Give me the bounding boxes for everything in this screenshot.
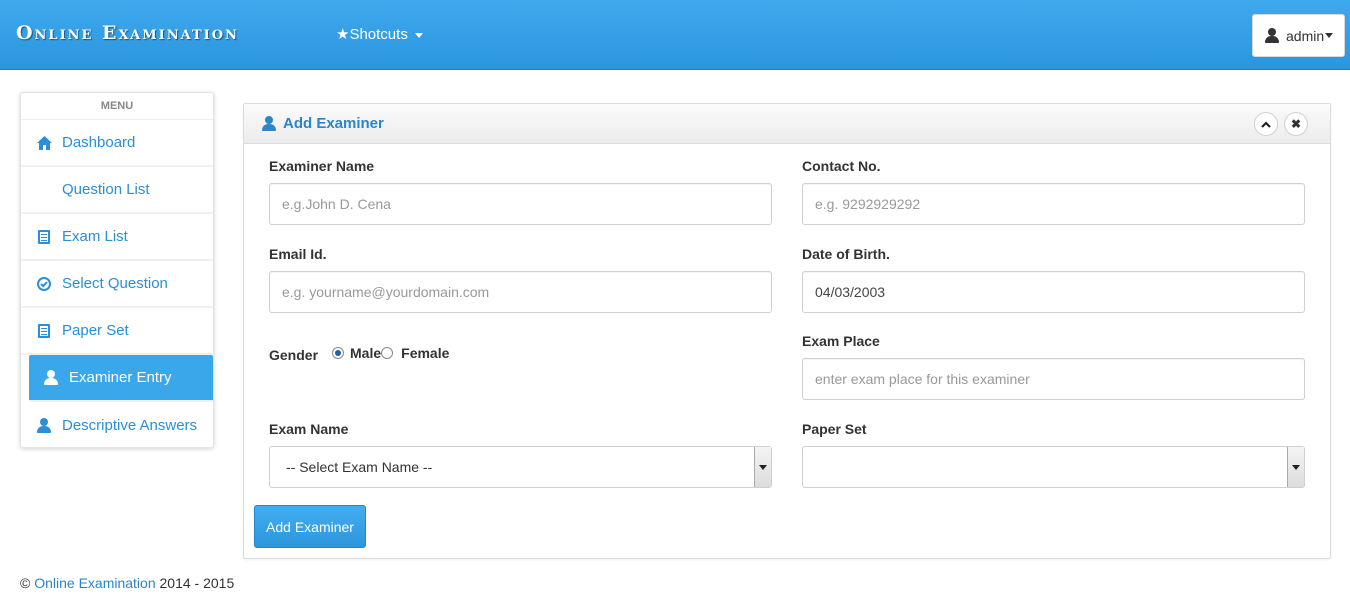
- contact-no-input[interactable]: [802, 183, 1305, 225]
- exam-name-select[interactable]: -- Select Exam Name --: [269, 446, 772, 488]
- exam-place-input[interactable]: [802, 358, 1305, 400]
- caret-down-icon: [415, 32, 423, 38]
- email-input[interactable]: [269, 271, 772, 313]
- sidebar-item-label: Exam List: [62, 228, 128, 245]
- dropdown-arrow-icon[interactable]: [1287, 447, 1304, 487]
- star-icon: ★: [336, 26, 350, 43]
- collapse-button[interactable]: [1254, 112, 1278, 136]
- sidebar-item-label: Descriptive Answers: [62, 417, 198, 434]
- copyright-symbol: ©: [20, 575, 31, 591]
- gender-male-radio[interactable]: [332, 347, 345, 359]
- gender-label: Gender: [269, 347, 319, 363]
- sidebar-item-examiner-entry[interactable]: Examiner Entry: [29, 355, 213, 402]
- gender-group: Gender Male Female: [269, 343, 449, 363]
- user-menu-button[interactable]: admin: [1252, 14, 1345, 57]
- brand-logo[interactable]: Online Examination: [16, 22, 239, 44]
- home-icon: [36, 135, 52, 151]
- footer: © Online Examination 2014 - 2015: [20, 575, 234, 591]
- paper-set-label: Paper Set: [802, 421, 867, 437]
- exam-name-label: Exam Name: [269, 421, 349, 437]
- user-icon: [43, 370, 59, 386]
- check-circle-icon: [36, 276, 52, 292]
- panel-title: Add Examiner: [283, 115, 384, 132]
- footer-link[interactable]: Online Examination: [34, 575, 155, 591]
- sidebar-item-label: Select Question: [62, 275, 168, 292]
- exam-place-label: Exam Place: [802, 333, 880, 349]
- sidebar-item-paper-set[interactable]: Paper Set: [21, 308, 213, 355]
- add-examiner-panel: Add Examiner ✖: [243, 103, 1331, 559]
- user-icon: [262, 116, 276, 131]
- examiner-name-label: Examiner Name: [269, 158, 375, 174]
- list-icon: [36, 323, 52, 339]
- shortcuts-label: Shotcuts: [349, 26, 408, 43]
- question-circle-icon: ?: [36, 182, 52, 198]
- paper-set-select[interactable]: [802, 446, 1305, 488]
- close-button[interactable]: ✖: [1284, 112, 1308, 136]
- gender-male-label: Male: [350, 345, 382, 361]
- email-label: Email Id.: [269, 246, 327, 262]
- sidebar-item-label: Question List: [62, 181, 150, 198]
- dob-label: Date of Birth.: [802, 246, 890, 262]
- user-icon: [36, 418, 52, 434]
- exam-name-selected: -- Select Exam Name --: [286, 459, 433, 475]
- sidebar-item-select-question[interactable]: Select Question: [21, 261, 213, 308]
- sidebar-item-label: Examiner Entry: [69, 369, 172, 386]
- sidebar-menu: MENU Dashboard ? Question List Exam List…: [20, 92, 214, 448]
- top-navbar: Online Examination ★Shotcuts admin: [0, 0, 1350, 70]
- gender-female-label: Female: [401, 345, 450, 361]
- sidebar-item-descriptive-answers[interactable]: Descriptive Answers: [21, 402, 213, 449]
- close-icon: ✖: [1290, 117, 1302, 131]
- menu-title: MENU: [21, 93, 213, 120]
- user-icon: [1265, 28, 1279, 43]
- chevron-up-icon: [1261, 120, 1271, 128]
- dob-input[interactable]: [802, 271, 1305, 313]
- user-name: admin: [1286, 27, 1325, 44]
- sidebar-item-exam-list[interactable]: Exam List: [21, 214, 213, 261]
- caret-down-icon: [1325, 33, 1334, 38]
- shortcuts-dropdown[interactable]: ★Shotcuts: [336, 25, 423, 43]
- dropdown-arrow-icon[interactable]: [754, 447, 771, 487]
- contact-no-label: Contact No.: [802, 158, 881, 174]
- footer-years: 2014 - 2015: [159, 575, 235, 591]
- sidebar-item-label: Dashboard: [62, 134, 136, 151]
- add-examiner-button[interactable]: Add Examiner: [254, 505, 366, 548]
- list-icon: [36, 229, 52, 245]
- sidebar-item-dashboard[interactable]: Dashboard: [21, 120, 213, 167]
- sidebar-item-label: Paper Set: [62, 322, 129, 339]
- examiner-name-input[interactable]: [269, 183, 772, 225]
- gender-female-radio[interactable]: [381, 347, 394, 359]
- panel-header: Add Examiner: [244, 104, 1330, 144]
- sidebar-item-question-list[interactable]: ? Question List: [21, 167, 213, 214]
